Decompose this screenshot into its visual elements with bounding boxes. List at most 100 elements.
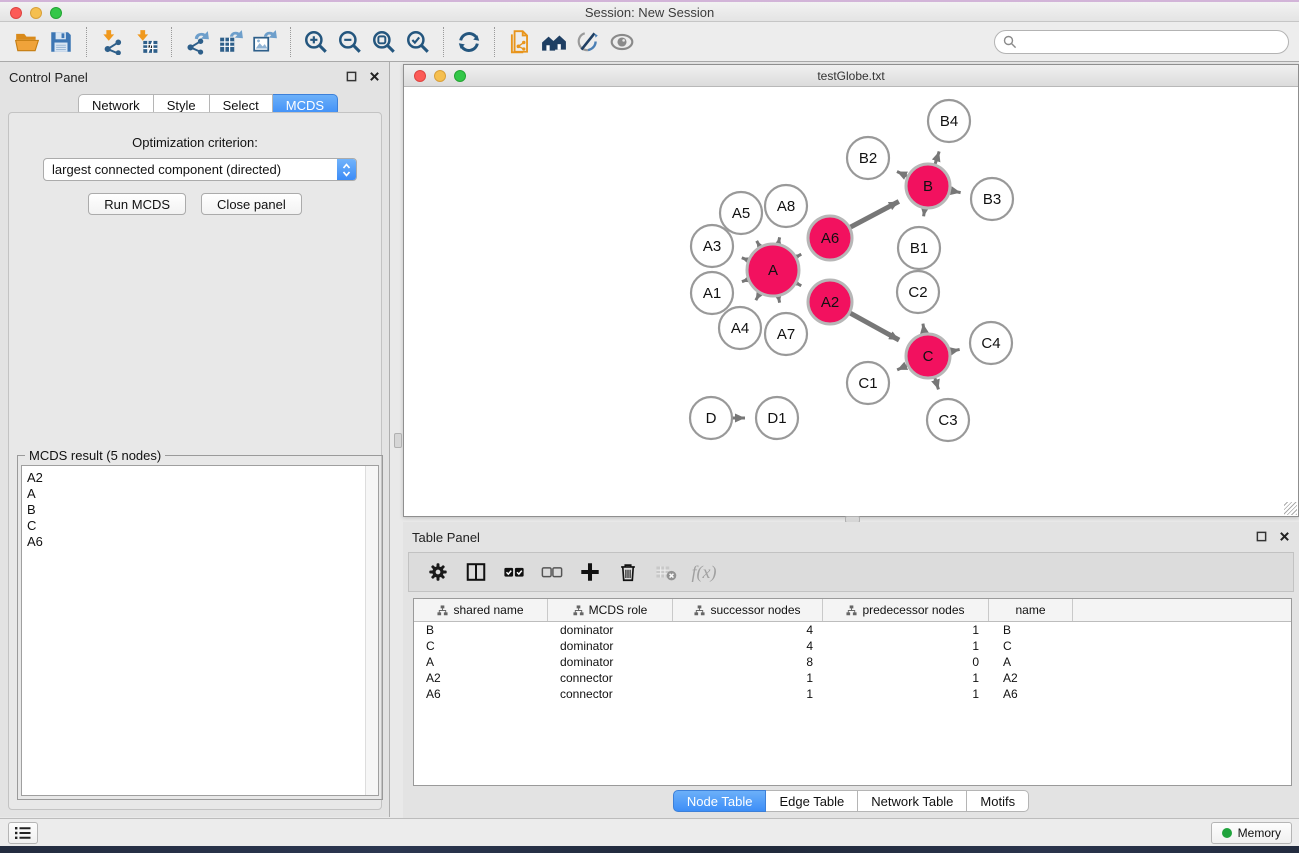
mcds-result-item[interactable]: A2 — [22, 470, 378, 486]
edge-A-A8[interactable] — [778, 237, 779, 243]
edge-A-A7[interactable] — [778, 296, 779, 302]
optimization-criterion-label: Optimization criterion: — [9, 135, 381, 150]
node-label-D1: D1 — [767, 410, 786, 427]
network-document-button[interactable] — [503, 26, 537, 58]
cell-name: B — [989, 623, 1073, 637]
table-row[interactable]: A6connector11A6 — [414, 686, 1291, 702]
edge-B-B4[interactable] — [935, 151, 939, 164]
mcds-result-list[interactable]: A2ABCA6 — [21, 465, 379, 796]
edge-A-A4[interactable] — [756, 293, 760, 300]
edge-C-C1[interactable] — [897, 365, 907, 369]
tab-motifs[interactable]: Motifs — [967, 790, 1029, 812]
run-mcds-button[interactable]: Run MCDS — [88, 193, 186, 215]
search-box[interactable] — [994, 30, 1289, 54]
table-row[interactable]: Bdominator41B — [414, 622, 1291, 638]
deselect-all-button[interactable] — [537, 557, 567, 587]
edge-A-A5[interactable] — [757, 241, 760, 247]
window-resize-grip[interactable] — [1284, 502, 1297, 515]
table-row[interactable]: Cdominator41C — [414, 638, 1291, 654]
gear-button[interactable] — [423, 557, 453, 587]
zoom-fit-button[interactable] — [367, 26, 401, 58]
tab-edge-table[interactable]: Edge Table — [766, 790, 858, 812]
column-header-mcds-role[interactable]: MCDS role — [548, 599, 673, 621]
cell-predecessor-nodes: 1 — [823, 623, 989, 637]
float-panel-icon[interactable] — [345, 70, 358, 83]
edge-C-C4[interactable] — [951, 349, 960, 351]
node-label-A7: A7 — [777, 326, 795, 343]
node-label-B2: B2 — [859, 150, 877, 167]
table-row[interactable]: Adominator80A — [414, 654, 1291, 670]
edge-B-B3[interactable] — [951, 191, 961, 193]
column-header-shared-name[interactable]: shared name — [414, 599, 548, 621]
column-header-predecessor-nodes[interactable]: predecessor nodes — [823, 599, 989, 621]
table-close-panel-icon[interactable] — [1278, 530, 1291, 543]
plus-icon — [579, 561, 601, 583]
network-graph[interactable]: B4B2B3A5A8A3B1A1C2A4A7C4C1C3DD1BA6AA2C — [404, 87, 1298, 516]
column-header-successor-nodes[interactable]: successor nodes — [673, 599, 823, 621]
network-window-titlebar[interactable]: testGlobe.txt — [404, 65, 1298, 87]
edge-A6-B[interactable] — [850, 201, 899, 227]
edge-B-B1[interactable] — [924, 209, 925, 217]
home-button[interactable] — [537, 26, 571, 58]
tab-network-table[interactable]: Network Table — [858, 790, 967, 812]
memory-button[interactable]: Memory — [1211, 822, 1292, 844]
save-button[interactable] — [44, 26, 78, 58]
result-scrollbar[interactable] — [365, 466, 378, 795]
export-table-button[interactable] — [214, 26, 248, 58]
mcds-result-item[interactable]: A — [22, 486, 378, 502]
edge-C-C3[interactable] — [935, 378, 939, 390]
close-panel-icon[interactable] — [368, 70, 381, 83]
zoom-out-button[interactable] — [333, 26, 367, 58]
node-label-A2: A2 — [821, 294, 839, 311]
edge-A-A3[interactable] — [742, 258, 748, 260]
open-folder-button[interactable] — [10, 26, 44, 58]
table-row[interactable]: A2connector11A2 — [414, 670, 1291, 686]
cell-shared-name: B — [414, 623, 548, 637]
mcds-result-item[interactable]: A6 — [22, 534, 378, 550]
zoom-in-button[interactable] — [299, 26, 333, 58]
edge-A-A1[interactable] — [742, 280, 748, 282]
table-toolbar: f(x) — [408, 552, 1294, 592]
import-table-button[interactable] — [129, 26, 163, 58]
search-icon — [1003, 35, 1017, 49]
select-all-button[interactable] — [499, 557, 529, 587]
zoom-selected-button[interactable] — [401, 26, 435, 58]
table-float-panel-icon[interactable] — [1255, 530, 1268, 543]
import-network-button[interactable] — [95, 26, 129, 58]
control-panel-title: Control Panel — [9, 70, 88, 85]
panel-splitter-handle[interactable] — [394, 433, 402, 448]
mcds-result-item[interactable]: B — [22, 502, 378, 518]
mcds-result-item[interactable]: C — [22, 518, 378, 534]
column-header-label: shared name — [453, 603, 523, 617]
refresh-button[interactable] — [452, 26, 486, 58]
column-header-name[interactable]: name — [989, 599, 1073, 621]
edge-C-C2[interactable] — [923, 324, 925, 334]
tab-node-table[interactable]: Node Table — [673, 790, 767, 812]
toolbar-separator — [86, 27, 87, 57]
columns-button[interactable] — [461, 557, 491, 587]
search-input[interactable] — [1022, 35, 1280, 49]
task-history-button[interactable] — [8, 822, 38, 844]
edge-B-B2[interactable] — [897, 172, 907, 177]
plus-button[interactable] — [575, 557, 605, 587]
node-label-C4: C4 — [981, 335, 1000, 352]
export-network-button[interactable] — [180, 26, 214, 58]
optimization-criterion-select[interactable]: largest connected component (directed) — [43, 158, 357, 181]
eye-button[interactable] — [605, 26, 639, 58]
hide-graphics-details-button[interactable] — [571, 26, 605, 58]
network-canvas[interactable]: B4B2B3A5A8A3B1A1C2A4A7C4C1C3DD1BA6AA2C — [404, 87, 1298, 516]
edge-A-A6[interactable] — [797, 254, 802, 257]
trash-button[interactable] — [613, 557, 643, 587]
close-panel-button[interactable]: Close panel — [201, 193, 302, 215]
cell-name: A2 — [989, 671, 1073, 685]
edge-A2-C[interactable] — [850, 313, 899, 340]
edge-A-A2[interactable] — [797, 283, 802, 286]
table-header-row: shared name MCDS rolesuccessor nodesprede… — [414, 599, 1291, 622]
export-image-button[interactable] — [248, 26, 282, 58]
refresh-icon — [456, 29, 482, 55]
home-icon — [541, 29, 567, 55]
titlebar: Session: New Session — [0, 0, 1299, 22]
cell-mcds-role: dominator — [548, 655, 673, 669]
eye-icon — [609, 29, 635, 55]
node-table[interactable]: shared name MCDS rolesuccessor nodesprede… — [413, 598, 1292, 786]
